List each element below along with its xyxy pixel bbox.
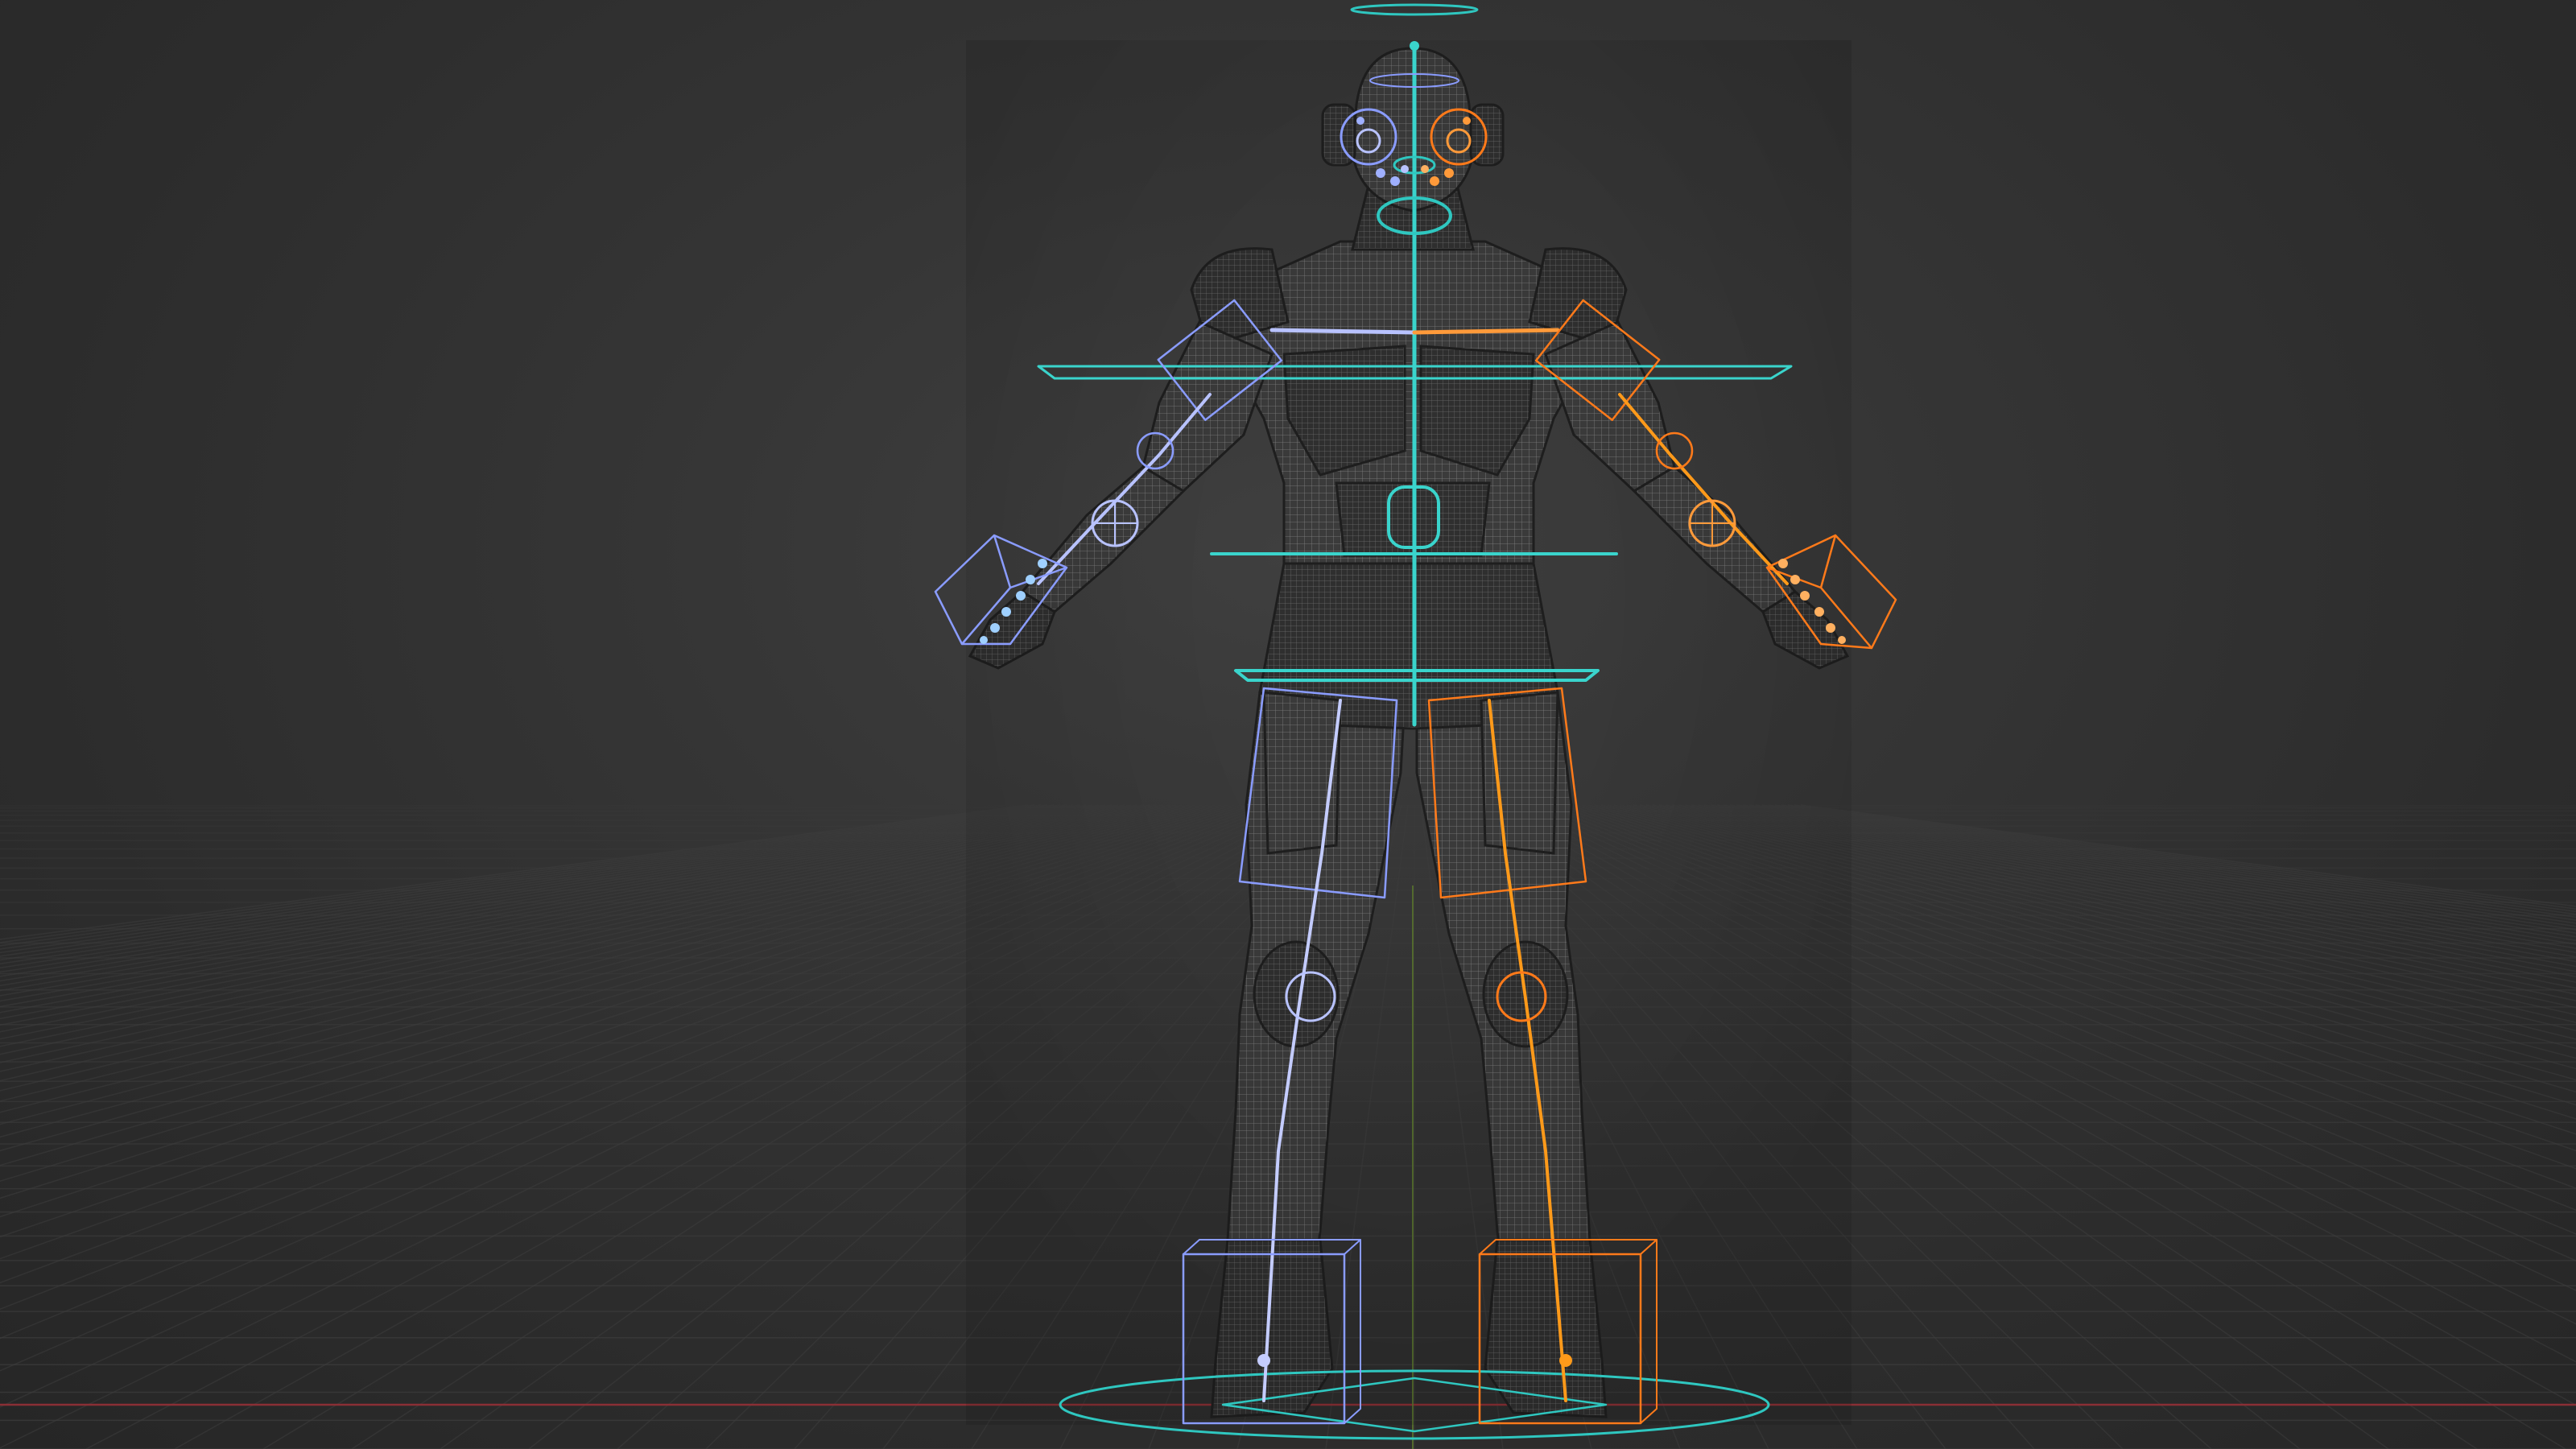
right-ankle-joint[interactable] [1559, 1354, 1572, 1367]
grid-line [0, 804, 1055, 954]
left-clavicle-bone[interactable] [1269, 328, 1417, 335]
grid-line [0, 804, 1087, 973]
grid-line [0, 804, 1080, 969]
right-clavicle-bone[interactable] [1412, 328, 1560, 335]
grid-line [0, 804, 1132, 1008]
grid-line [0, 804, 1074, 965]
grid-line [0, 804, 1125, 1002]
head-halo-control[interactable] [1350, 3, 1479, 16]
3d-viewport[interactable] [0, 0, 2576, 1449]
viewport-canvas[interactable] [0, 0, 2576, 1449]
grid-line [1742, 804, 2576, 934]
left-ankle-joint[interactable] [1257, 1354, 1270, 1367]
head-top-joint[interactable] [1410, 41, 1419, 51]
grid-line [0, 804, 1042, 947]
mesh-shading [966, 40, 1852, 1425]
